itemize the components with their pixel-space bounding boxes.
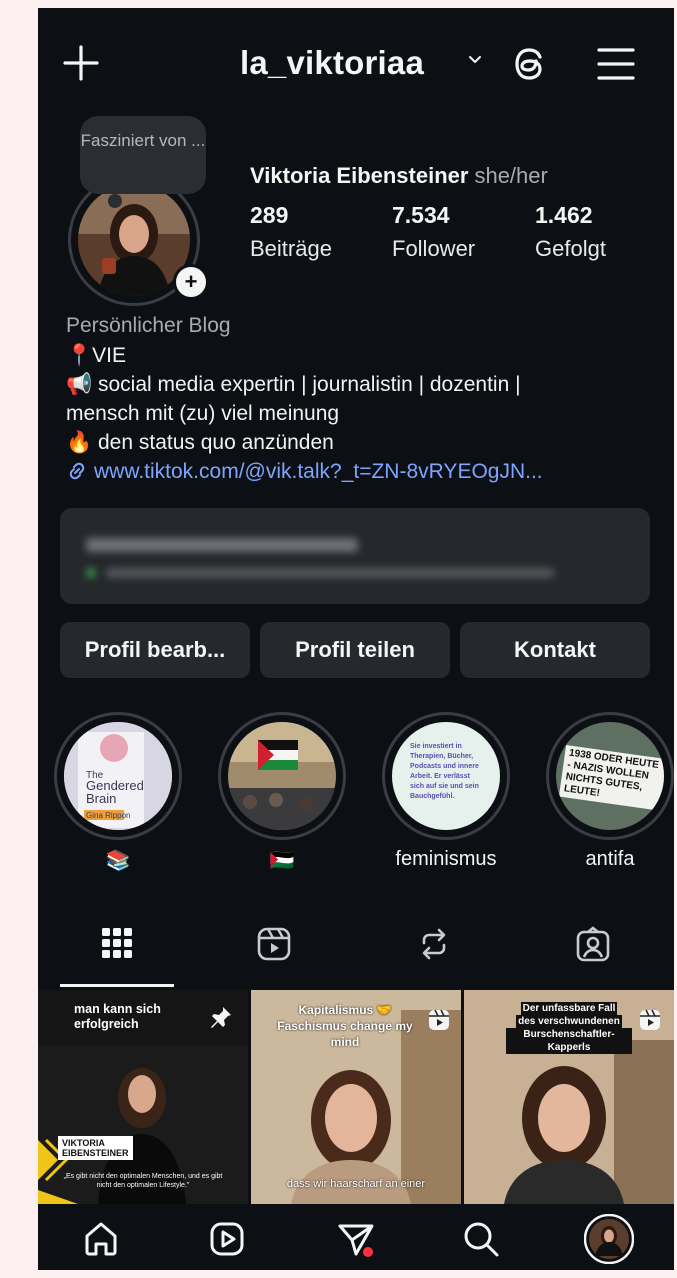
name-tag-first: VIKTORIA: [62, 1138, 105, 1148]
threads-icon[interactable]: [510, 44, 550, 89]
pin-icon: [208, 1004, 234, 1035]
svg-text:Brain: Brain: [86, 791, 116, 806]
bio-line-opinion: mensch mit (zu) viel meinung: [66, 402, 340, 425]
dashboard-subtitle-blurred: [106, 568, 554, 578]
grid-icon[interactable]: [100, 926, 134, 965]
bio-line-roles: 📢 social media expertin | journalistin |…: [66, 373, 521, 396]
post-caption-line: des verschwundenen: [516, 1015, 622, 1028]
phone-screen: la_viktoriaa + Fasziniert von ... Viktor…: [38, 8, 674, 1270]
bio-link-text[interactable]: www.tiktok.com/@vik.talk?_t=ZN-8vRYEOgJN…: [94, 460, 543, 483]
name-tag: VIKTORIA EIBENSTEINER: [58, 1136, 133, 1160]
highlight-cover-palestine[interactable]: [228, 722, 336, 830]
display-name-text: Viktoria Eibensteiner: [250, 163, 469, 188]
reel-icon: [638, 1008, 662, 1037]
followers-label[interactable]: Follower: [392, 236, 475, 262]
post-caption-line: Der unfassbare Fall: [520, 1002, 618, 1015]
bio-line-location: 📍VIE: [66, 344, 126, 367]
post-caption: man kann sich erfolgreich: [74, 1002, 161, 1031]
profile-category: Persönlicher Blog: [66, 314, 231, 337]
notification-dot: [363, 1247, 373, 1257]
post-caption: Der unfassbare Fall des verschwundenen B…: [506, 1002, 632, 1054]
home-icon[interactable]: [82, 1220, 120, 1263]
name-tag-last: EIBENSTEINER: [62, 1148, 129, 1158]
edit-profile-button[interactable]: Profil bearb...: [60, 622, 250, 678]
bio-link[interactable]: www.tiktok.com/@vik.talk?_t=ZN-8vRYEOgJN…: [66, 460, 543, 484]
posts-count[interactable]: 289: [250, 202, 288, 229]
display-name: Viktoria Eibensteiner she/her: [250, 163, 548, 189]
posts-label[interactable]: Beiträge: [250, 236, 332, 262]
note-bubble[interactable]: Fasziniert von ...: [80, 116, 206, 194]
following-label[interactable]: Gefolgt: [535, 236, 606, 262]
post-quote: „Es gibt nicht den optimalen Menschen, u…: [63, 1173, 223, 1189]
professional-dashboard[interactable]: [60, 508, 650, 604]
contact-button[interactable]: Kontakt: [460, 622, 650, 678]
profile-avatar[interactable]: [583, 1213, 635, 1269]
share-profile-button[interactable]: Profil teilen: [260, 622, 450, 678]
reels-icon[interactable]: [256, 926, 292, 967]
highlight-label-books[interactable]: 📚: [38, 848, 198, 873]
tagged-icon[interactable]: [574, 926, 612, 969]
dashboard-title-blurred: [86, 538, 358, 552]
chevron-down-icon[interactable]: [466, 50, 484, 73]
plus-icon[interactable]: [62, 44, 100, 87]
post-tile[interactable]: Kapitalismus 🤝 Faschismus change my mind…: [251, 990, 461, 1204]
reel-icon: [427, 1008, 451, 1037]
highlight-cover-antifa[interactable]: 1938 ODER HEUTE - NAZIS WOLLEN NICHTS GU…: [556, 722, 664, 830]
reposts-icon[interactable]: [416, 926, 452, 967]
post-subtitle: dass wir haarscharf an einer: [286, 1178, 426, 1190]
pronouns: she/her: [474, 163, 548, 188]
bottom-navigation: [38, 1204, 674, 1270]
dashboard-dot-blurred: [86, 568, 96, 578]
highlight-label-feminismus[interactable]: feminismus: [366, 848, 526, 871]
menu-icon[interactable]: [596, 46, 636, 87]
bio-line-status-quo: 🔥 den status quo anzünden: [66, 431, 334, 454]
post-tile-pinned[interactable]: man kann sich erfolgreich VIKTORIA EIBEN…: [38, 990, 248, 1204]
highlight-cover-feminismus[interactable]: Sie investiert in Therapien, Bücher, Pod…: [392, 722, 500, 830]
highlight-label-antifa[interactable]: antifa: [530, 848, 674, 871]
profile-username[interactable]: la_viktoriaa: [240, 44, 424, 82]
post-tile[interactable]: Der unfassbare Fall des verschwundenen B…: [464, 990, 674, 1204]
note-bubble-tail: [108, 194, 122, 208]
direct-messages-icon[interactable]: [336, 1220, 376, 1265]
reels-icon[interactable]: [208, 1220, 246, 1263]
post-caption: Kapitalismus 🤝 Faschismus change my mind: [277, 1003, 413, 1049]
active-tab-indicator: [60, 984, 174, 987]
highlight-cover-text: Sie investiert in Therapien, Bücher, Pod…: [410, 743, 479, 800]
following-count[interactable]: 1.462: [535, 202, 593, 229]
search-icon[interactable]: [462, 1220, 500, 1263]
highlight-cover-books[interactable]: The Gendered Brain Gina Rippon: [64, 722, 172, 830]
link-icon: [69, 462, 85, 480]
followers-count[interactable]: 7.534: [392, 202, 450, 229]
post-caption-line: Burschenschaftler-Kapperls: [506, 1028, 632, 1054]
add-story-button[interactable]: +: [173, 264, 209, 300]
highlight-label-palestine[interactable]: 🇵🇸: [202, 848, 362, 873]
svg-text:Gina Rippon: Gina Rippon: [86, 811, 130, 820]
